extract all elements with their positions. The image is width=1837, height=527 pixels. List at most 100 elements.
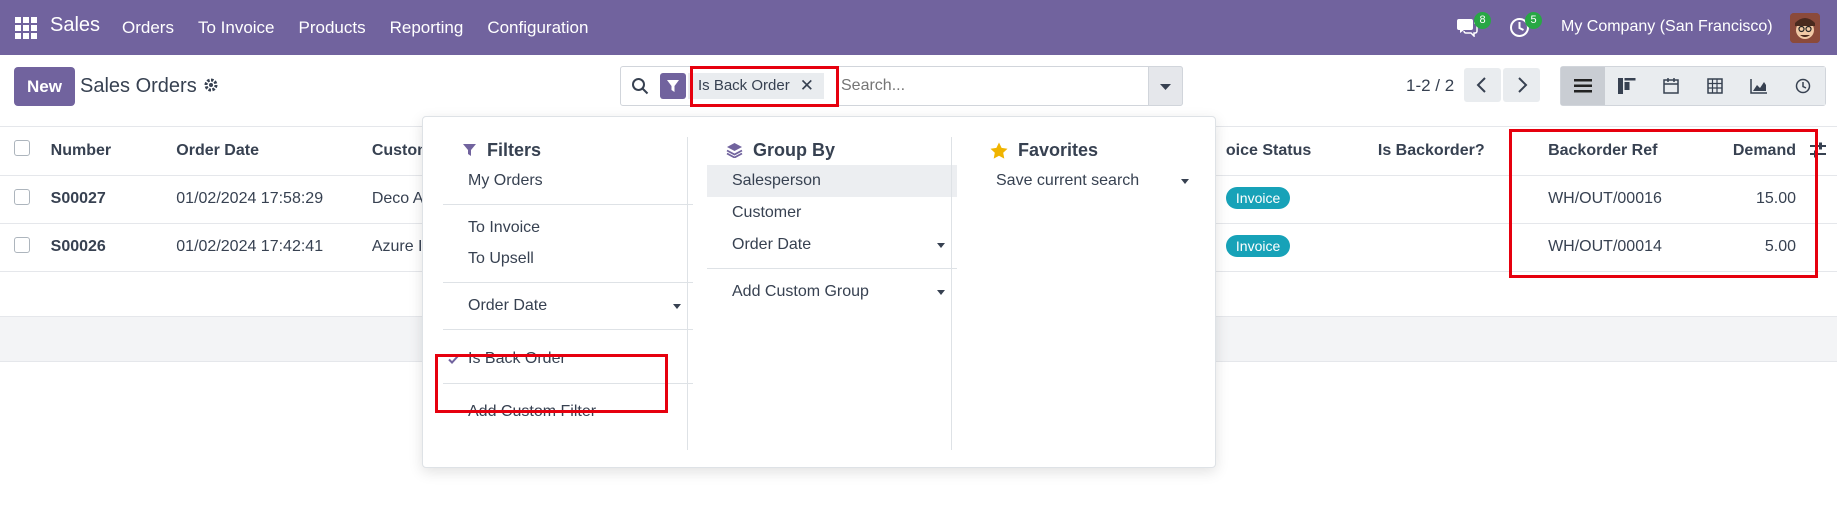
app-name[interactable]: Sales: [50, 14, 100, 37]
filter-order-date[interactable]: Order Date: [443, 290, 693, 322]
add-custom-group-label: Add Custom Group: [732, 283, 869, 300]
divider: [707, 268, 957, 269]
cell-order-date: 01/02/2024 17:58:29: [176, 175, 372, 224]
graph-view-button[interactable]: [1737, 67, 1781, 105]
caret-down-icon: [1181, 179, 1189, 184]
row-select-cell: [0, 223, 51, 272]
filter-my-orders[interactable]: My Orders: [443, 165, 693, 197]
groupby-heading: Group By: [707, 135, 957, 165]
star-icon: [990, 142, 1008, 159]
cell-backorder-ref: WH/OUT/00016: [1548, 175, 1732, 224]
favorites-heading: Favorites: [971, 135, 1201, 165]
row-checkbox[interactable]: [14, 236, 30, 253]
groupby-section: Group By Salesperson Customer Order Date…: [707, 135, 957, 308]
row-select-cell: [0, 175, 51, 224]
list-icon: [1574, 79, 1592, 93]
favorites-title: Favorites: [1018, 139, 1099, 160]
chat-count-badge: 8: [1474, 12, 1491, 29]
select-all-cell: [0, 127, 51, 176]
checkmark-icon: [448, 355, 459, 364]
filter-to-invoice[interactable]: To Invoice: [443, 212, 693, 244]
calendar-view-button[interactable]: [1649, 67, 1693, 105]
cell-backorder-ref: WH/OUT/00014: [1548, 223, 1732, 272]
filters-heading: Filters: [443, 135, 693, 165]
save-current-search-label: Save current search: [996, 172, 1140, 189]
cell-demand: 5.00: [1731, 223, 1837, 272]
save-current-search[interactable]: Save current search: [971, 165, 1201, 197]
header-is-backorder[interactable]: Is Backorder?: [1377, 127, 1549, 176]
funnel-icon: [463, 143, 476, 156]
list-view-button[interactable]: [1561, 67, 1605, 105]
company-switcher[interactable]: My Company (San Francisco): [1561, 18, 1773, 36]
activity-view-button[interactable]: [1781, 67, 1825, 105]
column-divider: [687, 137, 688, 450]
filter-to-upsell[interactable]: To Upsell: [443, 243, 693, 275]
caret-down-icon: [673, 304, 681, 309]
cell-is-backorder: [1377, 223, 1549, 272]
chevron-left-icon: [1476, 77, 1486, 93]
pager-previous-button[interactable]: [1464, 68, 1501, 102]
search-options-toggle[interactable]: [1148, 66, 1183, 106]
add-custom-filter[interactable]: Add Custom Filter: [443, 396, 693, 428]
menu-item-products[interactable]: Products: [299, 18, 366, 38]
groupby-salesperson[interactable]: Salesperson: [707, 165, 957, 197]
pager-value[interactable]: 1-2 / 2: [1406, 76, 1454, 96]
caret-down-icon: [937, 290, 945, 295]
filter-order-date-label: Order Date: [468, 297, 548, 314]
header-backorder-ref[interactable]: Backorder Ref: [1548, 127, 1732, 176]
header-number[interactable]: Number: [50, 127, 177, 176]
activity-count-badge: 5: [1525, 12, 1542, 29]
view-switcher: [1560, 66, 1826, 106]
cell-number: S00026: [50, 223, 177, 272]
filters-title: Filters: [487, 139, 542, 160]
app-grid-icon[interactable]: [15, 17, 37, 39]
pivot-view-button[interactable]: [1693, 67, 1737, 105]
new-button[interactable]: New: [14, 67, 75, 106]
groupby-order-date-label: Order Date: [732, 236, 812, 253]
row-checkbox[interactable]: [14, 188, 30, 205]
chevron-right-icon: [1518, 77, 1528, 93]
pager-next-button[interactable]: [1503, 68, 1540, 102]
kanban-icon: [1618, 78, 1636, 94]
gear-icon[interactable]: [203, 77, 219, 93]
caret-down-icon: [937, 243, 945, 248]
filter-facet-icon: [660, 73, 686, 99]
facet-label: Is Back Order: [698, 77, 790, 94]
menu-item-reporting[interactable]: Reporting: [390, 18, 464, 38]
header-invoice-status[interactable]: oice Status: [1225, 127, 1378, 176]
add-custom-group[interactable]: Add Custom Group: [707, 276, 957, 308]
divider: [443, 383, 693, 384]
search-bar: Is Back Order ✕: [620, 66, 1201, 106]
groupby-customer[interactable]: Customer: [707, 197, 957, 229]
facet-remove-icon[interactable]: ✕: [800, 73, 814, 99]
calendar-icon: [1663, 78, 1679, 94]
groupby-order-date[interactable]: Order Date: [707, 229, 957, 261]
cell-invoice-status: Invoice: [1225, 175, 1378, 224]
search-panel-dropdown: Filters My Orders To Invoice To Upsell O…: [422, 116, 1216, 468]
menu-item-orders[interactable]: Orders: [122, 18, 174, 38]
kanban-view-button[interactable]: [1605, 67, 1649, 105]
divider: [443, 329, 693, 330]
pivot-table-icon: [1707, 78, 1723, 94]
header-order-date[interactable]: Order Date: [176, 127, 372, 176]
layers-icon: [726, 143, 743, 158]
filter-is-back-order-label: Is Back Order: [468, 350, 566, 367]
page-title: Sales Orders: [80, 75, 197, 97]
cell-is-backorder: [1377, 175, 1549, 224]
main-menu: Orders To Invoice Products Reporting Con…: [122, 18, 612, 38]
select-all-checkbox[interactable]: [14, 140, 30, 157]
status-badge: Invoice: [1225, 187, 1291, 209]
top-navbar: Sales Orders To Invoice Products Reporti…: [0, 0, 1837, 55]
search-icon[interactable]: [631, 77, 649, 95]
menu-item-configuration[interactable]: Configuration: [487, 18, 588, 38]
optional-columns-icon[interactable]: [1808, 141, 1828, 159]
menu-item-to-invoice[interactable]: To Invoice: [198, 18, 275, 38]
column-divider: [951, 137, 952, 450]
cell-demand: 15.00: [1731, 175, 1837, 224]
filters-section: Filters My Orders To Invoice To Upsell O…: [443, 135, 693, 428]
user-avatar[interactable]: [1790, 13, 1820, 43]
filter-is-back-order[interactable]: Is Back Order: [443, 343, 693, 375]
divider: [443, 204, 693, 205]
search-input[interactable]: [841, 67, 1201, 105]
groupby-title: Group By: [753, 139, 836, 160]
